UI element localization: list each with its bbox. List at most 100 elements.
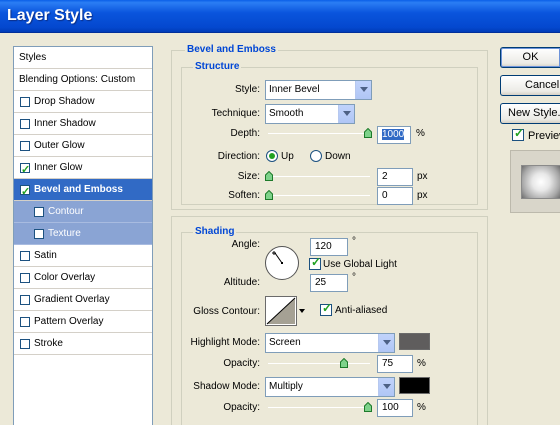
style-item-drop-shadow[interactable]: Drop Shadow bbox=[14, 91, 152, 113]
outer-glow-checkbox[interactable] bbox=[20, 141, 30, 151]
style-dropdown[interactable]: Inner Bevel bbox=[265, 80, 372, 100]
gloss-contour-dropdown[interactable] bbox=[297, 296, 307, 326]
styles-header[interactable]: Styles bbox=[14, 47, 152, 69]
highlight-mode-dropdown[interactable]: Screen bbox=[265, 333, 395, 353]
ok-button[interactable]: OK bbox=[500, 47, 560, 68]
new-style-button[interactable]: New Style... bbox=[500, 103, 560, 124]
size-unit: px bbox=[417, 171, 428, 182]
shadow-mode-value: Multiply bbox=[269, 381, 303, 392]
angle-dial[interactable] bbox=[264, 245, 300, 281]
shadow-opacity-slider-thumb[interactable] bbox=[364, 402, 372, 412]
style-item-label: Drop Shadow bbox=[34, 96, 95, 107]
shadow-opacity-input[interactable]: 100 bbox=[377, 399, 413, 417]
texture-checkbox[interactable] bbox=[34, 229, 44, 239]
anti-aliased-label: Anti-aliased bbox=[335, 305, 388, 316]
style-item-pattern-overlay[interactable]: Pattern Overlay bbox=[14, 311, 152, 333]
soften-slider-track[interactable] bbox=[268, 195, 370, 196]
shading-title: Shading bbox=[193, 226, 237, 237]
depth-slider-track[interactable] bbox=[268, 133, 370, 134]
shadow-opacity-value: 100 bbox=[382, 402, 399, 413]
stroke-checkbox[interactable] bbox=[20, 339, 30, 349]
bevel-and-emboss-checkbox[interactable] bbox=[20, 181, 30, 203]
size-slider-thumb[interactable] bbox=[265, 171, 273, 181]
shadow-mode-dropdown[interactable]: Multiply bbox=[265, 377, 395, 397]
preview-swatch bbox=[521, 165, 560, 199]
soften-value: 0 bbox=[382, 190, 388, 201]
chevron-down-icon bbox=[299, 309, 305, 313]
direction-up-radio[interactable] bbox=[266, 150, 278, 162]
cancel-button[interactable]: Cancel bbox=[500, 75, 560, 96]
highlight-opacity-label: Opacity: bbox=[223, 358, 260, 369]
bevel-emboss-title: Bevel and Emboss bbox=[185, 44, 278, 55]
chevron-down-icon[interactable] bbox=[378, 334, 394, 352]
size-input[interactable]: 2 bbox=[377, 168, 413, 186]
shadow-opacity-slider-track[interactable] bbox=[268, 407, 370, 408]
highlight-color-swatch[interactable] bbox=[399, 333, 430, 350]
style-item-outer-glow[interactable]: Outer Glow bbox=[14, 135, 152, 157]
use-global-light-label: Use Global Light bbox=[323, 259, 397, 270]
style-item-texture[interactable]: Texture bbox=[14, 223, 152, 245]
direction-down-radio[interactable] bbox=[310, 150, 322, 162]
use-global-light-checkbox[interactable] bbox=[309, 255, 321, 270]
soften-label: Soften: bbox=[228, 190, 260, 201]
style-item-label: Outer Glow bbox=[34, 140, 85, 151]
altitude-input[interactable]: 25 bbox=[310, 274, 348, 292]
highlight-opacity-unit: % bbox=[417, 358, 426, 369]
color-overlay-checkbox[interactable] bbox=[20, 273, 30, 283]
size-slider-track[interactable] bbox=[268, 176, 370, 177]
soften-unit: px bbox=[417, 190, 428, 201]
gloss-contour-preview[interactable] bbox=[265, 296, 297, 326]
angle-unit: ° bbox=[352, 236, 356, 247]
depth-slider-thumb[interactable] bbox=[364, 128, 372, 138]
highlight-opacity-input[interactable]: 75 bbox=[377, 355, 413, 373]
shadow-color-swatch[interactable] bbox=[399, 377, 430, 394]
gradient-overlay-checkbox[interactable] bbox=[20, 295, 30, 305]
style-item-satin[interactable]: Satin bbox=[14, 245, 152, 267]
highlight-opacity-slider-track[interactable] bbox=[268, 363, 370, 364]
highlight-mode-value: Screen bbox=[269, 337, 301, 348]
shadow-opacity-unit: % bbox=[417, 402, 426, 413]
structure-title: Structure bbox=[193, 61, 242, 72]
style-item-label: Pattern Overlay bbox=[34, 316, 104, 327]
preview-checkbox[interactable] bbox=[512, 126, 524, 141]
angle-input[interactable]: 120 bbox=[310, 238, 348, 256]
satin-checkbox[interactable] bbox=[20, 251, 30, 261]
style-item-inner-shadow[interactable]: Inner Shadow bbox=[14, 113, 152, 135]
contour-checkbox[interactable] bbox=[34, 207, 44, 217]
style-item-label: Satin bbox=[34, 250, 57, 261]
highlight-opacity-value: 75 bbox=[382, 358, 394, 369]
technique-dropdown[interactable]: Smooth bbox=[265, 104, 355, 124]
style-item-label: Inner Glow bbox=[34, 162, 83, 173]
style-item-color-overlay[interactable]: Color Overlay bbox=[14, 267, 152, 289]
shadow-mode-label: Shadow Mode: bbox=[193, 381, 260, 392]
style-item-label: Stroke bbox=[34, 338, 63, 349]
style-item-contour[interactable]: Contour bbox=[14, 201, 152, 223]
soften-slider-thumb[interactable] bbox=[265, 190, 273, 200]
angle-label: Angle: bbox=[231, 239, 260, 250]
style-item-label: Inner Shadow bbox=[34, 118, 96, 129]
blending-options-item[interactable]: Blending Options: Custom bbox=[14, 69, 152, 91]
highlight-opacity-slider-thumb[interactable] bbox=[340, 358, 348, 368]
inner-shadow-checkbox[interactable] bbox=[20, 119, 30, 129]
drop-shadow-checkbox[interactable] bbox=[20, 97, 30, 107]
technique-value: Smooth bbox=[269, 108, 304, 119]
style-item-stroke[interactable]: Stroke bbox=[14, 333, 152, 355]
inner-glow-checkbox[interactable] bbox=[20, 159, 30, 181]
pattern-overlay-checkbox[interactable] bbox=[20, 317, 30, 327]
highlight-mode-label: Highlight Mode: bbox=[190, 337, 260, 348]
style-item-label: Gradient Overlay bbox=[34, 294, 110, 305]
preview-thumbnail bbox=[510, 150, 560, 213]
style-item-gradient-overlay[interactable]: Gradient Overlay bbox=[14, 289, 152, 311]
depth-input[interactable]: 1000 bbox=[377, 126, 411, 144]
chevron-down-icon[interactable] bbox=[378, 378, 394, 396]
depth-unit: % bbox=[416, 128, 425, 139]
shadow-opacity-label: Opacity: bbox=[223, 402, 260, 413]
anti-aliased-checkbox[interactable] bbox=[320, 301, 332, 316]
soften-input[interactable]: 0 bbox=[377, 187, 413, 205]
chevron-down-icon[interactable] bbox=[355, 81, 371, 99]
chevron-down-icon[interactable] bbox=[338, 105, 354, 123]
style-item-bevel-and-emboss[interactable]: Bevel and Emboss bbox=[14, 179, 152, 203]
style-item-inner-glow[interactable]: Inner Glow bbox=[14, 157, 152, 181]
title-bar[interactable]: Layer Style bbox=[0, 0, 560, 33]
style-label: Style: bbox=[234, 84, 260, 95]
